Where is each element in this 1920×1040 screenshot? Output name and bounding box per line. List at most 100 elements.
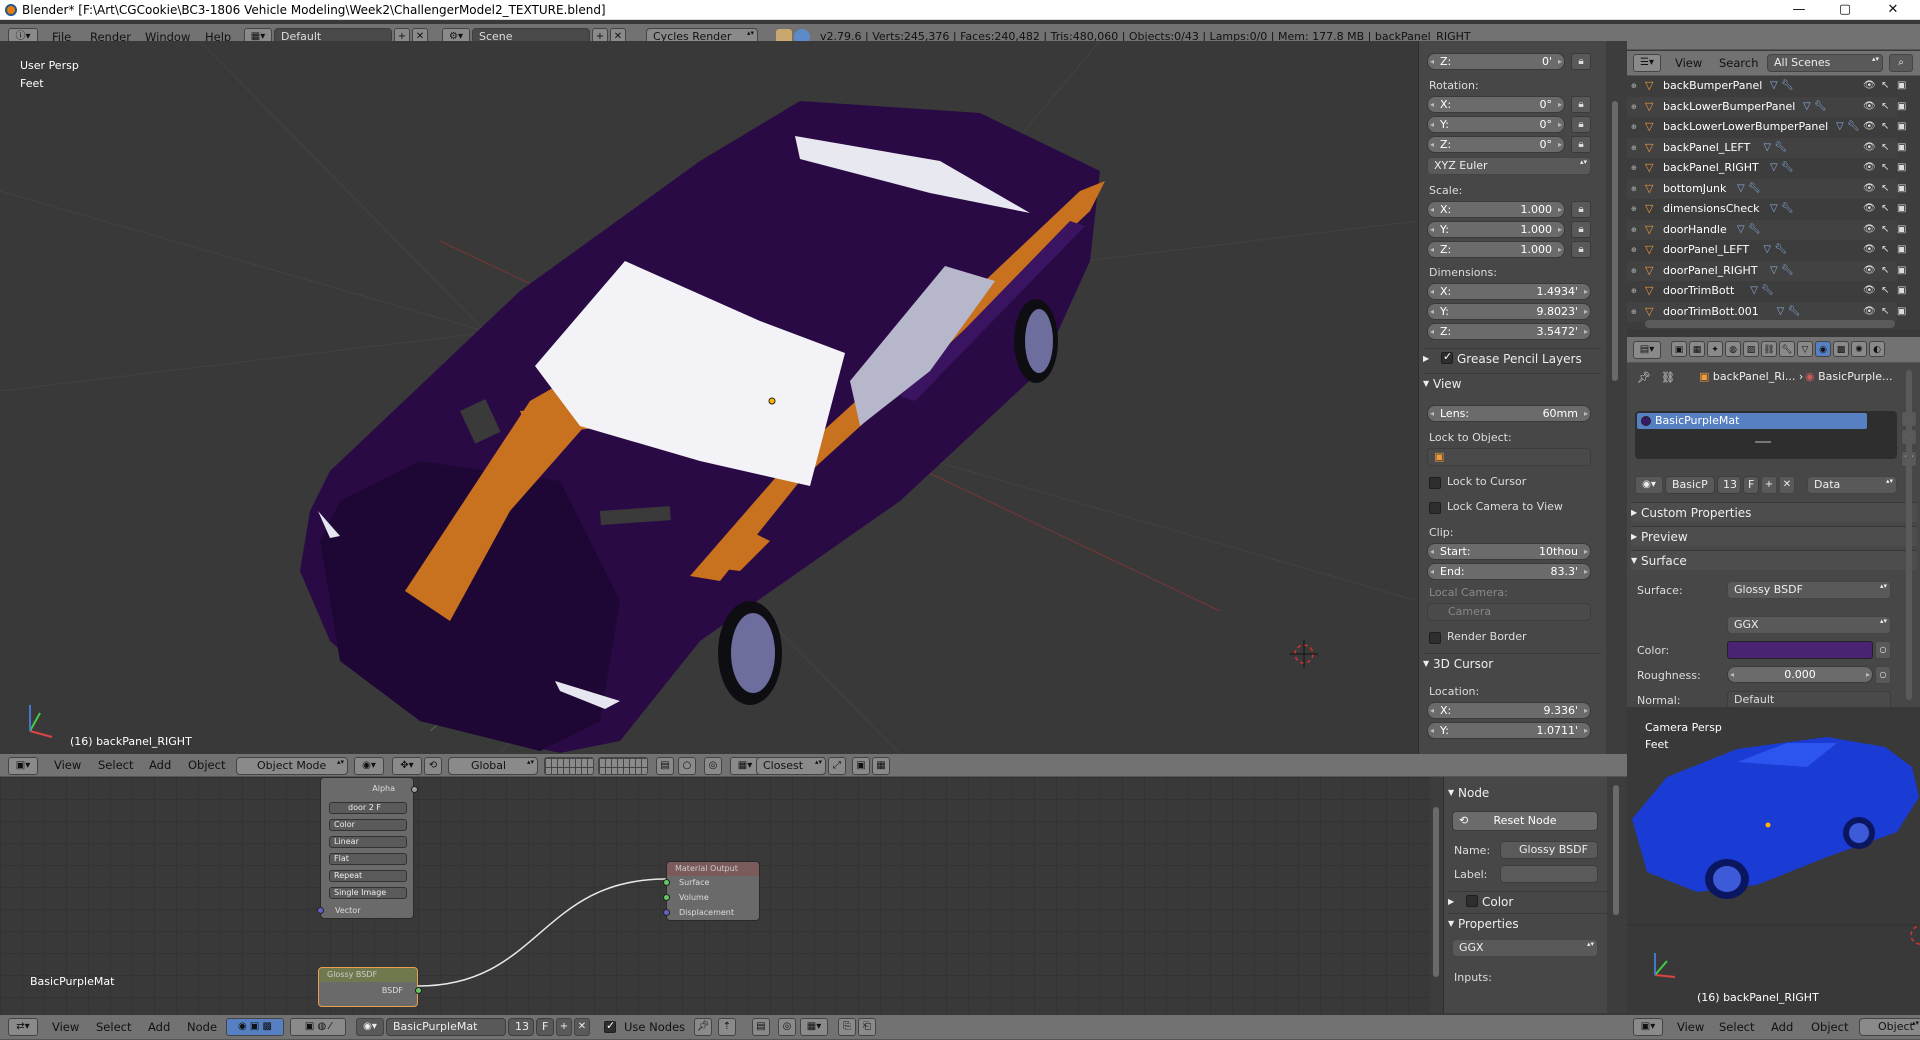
expand-icon[interactable]: ⊕ [1631, 158, 1637, 178]
proportional-icon[interactable]: ◎ [704, 757, 722, 775]
snap-icon[interactable]: ▤ [752, 1018, 770, 1036]
add-material-icon[interactable]: + [1761, 476, 1777, 494]
color-swatch[interactable] [1727, 641, 1873, 659]
texture-tab-icon[interactable]: ▩ [1833, 341, 1849, 357]
grease-pencil-checkbox[interactable] [1441, 350, 1453, 364]
shading-icon[interactable]: ◉▾ [354, 757, 384, 775]
material-browse-icon[interactable]: ◉▾ [356, 1018, 384, 1036]
camera-viewport[interactable]: Camera Persp Feet (16) backPanel_RIGHT [1627, 707, 1920, 1015]
expand-icon[interactable]: ⊕ [1631, 76, 1637, 96]
editor-type-icon[interactable]: ▣▾ [1633, 1018, 1663, 1036]
expand-icon[interactable]: ⊕ [1631, 302, 1637, 322]
expand-icon[interactable]: ⊕ [1631, 240, 1637, 260]
lens-field[interactable]: Lens:60mm [1427, 405, 1591, 422]
camera-mode-select[interactable]: Object [1859, 1018, 1920, 1036]
physics-tab-icon[interactable]: ◐ [1869, 341, 1885, 357]
visibility-eye-icon[interactable]: 👁︎ [1863, 240, 1876, 260]
clip-start-field[interactable]: Start:10thou [1427, 543, 1591, 560]
layers-grid-1[interactable] [544, 757, 594, 775]
editor-type-icon[interactable]: ▤▾ [1633, 341, 1661, 359]
render-camera-icon[interactable]: ▣ [1897, 302, 1906, 322]
distribution-select[interactable]: GGX [1727, 616, 1891, 634]
outliner-menu-search[interactable]: Search [1719, 51, 1759, 76]
snap-rotation-icon[interactable]: ⤢ [828, 757, 846, 775]
material-slot-item[interactable]: BasicPurpleMat [1637, 413, 1867, 429]
3d-cursor-section[interactable]: 3D Cursor [1423, 653, 1601, 674]
view-section[interactable]: View [1423, 373, 1601, 394]
node-panel-scrollbar[interactable] [1607, 777, 1627, 1013]
dimension-x-field[interactable]: X:1.4934' [1427, 283, 1591, 300]
camera-menu-view[interactable]: View [1677, 1015, 1704, 1040]
properties-section[interactable]: Properties [1448, 913, 1607, 934]
object-tab-icon[interactable]: ▨ [1743, 341, 1759, 357]
roughness-field[interactable]: 0.000 [1727, 666, 1873, 683]
orientation-select[interactable]: Global [448, 757, 538, 775]
use-nodes-checkbox[interactable] [604, 1019, 616, 1033]
shader-object-icons[interactable]: ▣ ◍ ⁄ [290, 1018, 346, 1036]
node-distribution-select[interactable]: GGX [1452, 939, 1598, 957]
alpha-output-socket[interactable] [411, 786, 418, 793]
visibility-eye-icon[interactable]: 👁︎ [1863, 261, 1876, 281]
pivot-icon[interactable]: ✥▾ [392, 757, 422, 775]
editor-type-icon[interactable]: ▣▾ [8, 757, 38, 775]
material-tab-icon[interactable]: ◉ [1815, 341, 1831, 357]
render-border-checkbox[interactable] [1429, 632, 1441, 644]
rotation-z-field[interactable]: Z:0° [1427, 136, 1565, 153]
vector-input-socket[interactable] [317, 907, 324, 914]
go-parent-icon[interactable]: ⇡ [718, 1018, 736, 1036]
visibility-eye-icon[interactable]: 👁︎ [1863, 97, 1876, 117]
render-camera-icon[interactable]: ▣ [1897, 76, 1906, 96]
scale-y-field[interactable]: Y:1.000 [1427, 221, 1565, 238]
node-editor-scrollbar[interactable] [1430, 777, 1443, 1013]
extension-select[interactable]: Repeat [329, 870, 407, 882]
node-menu-view[interactable]: View [52, 1015, 79, 1040]
outliner-item[interactable]: ⊕ ▽ backBumperPanel 👁︎ ↖ ▣ ▽ 🔧︎ [1627, 76, 1906, 96]
preview-section[interactable]: Preview [1631, 526, 1917, 547]
rotation-x-field[interactable]: X:0° [1427, 96, 1565, 113]
select-cursor-icon[interactable]: ↖ [1881, 261, 1889, 281]
select-cursor-icon[interactable]: ↖ [1881, 240, 1889, 260]
material-browse-icon[interactable]: ◉▾ [1635, 476, 1663, 494]
lock-icon[interactable]: 🔒︎ [1571, 201, 1591, 218]
lock-icon[interactable]: 🔒︎ [1571, 136, 1591, 153]
minimize-button[interactable]: — [1776, 0, 1822, 20]
outliner-item[interactable]: ⊕ ▽ backLowerBumperPanel 👁︎ ↖ ▣ ▽ 🔧︎ [1627, 96, 1906, 117]
visibility-eye-icon[interactable]: 👁︎ [1863, 199, 1876, 219]
visibility-eye-icon[interactable]: 👁︎ [1863, 76, 1876, 96]
rotation-y-field[interactable]: Y:0° [1427, 116, 1565, 133]
select-cursor-icon[interactable]: ↖ [1881, 76, 1889, 96]
outliner-scrollbar[interactable] [1645, 320, 1895, 328]
dimension-z-field[interactable]: Z:3.5472' [1427, 323, 1591, 340]
backdrop-icon[interactable]: ◎ [778, 1018, 796, 1036]
add-material-icon[interactable]: + [556, 1018, 572, 1036]
reset-node-button[interactable]: ⟲ Reset Node [1452, 811, 1598, 831]
outliner-item[interactable]: ⊕ ▽ bottomJunk 👁︎ ↖ ▣ ▽ 🔧︎ [1627, 178, 1906, 199]
location-z-field[interactable]: Z:0' [1427, 53, 1565, 70]
snap-target-select[interactable]: Closest [756, 757, 826, 775]
opengl-anim-icon[interactable]: ▦ [872, 757, 890, 775]
lock-camera-checkbox[interactable] [1429, 502, 1441, 514]
expand-icon[interactable]: ⊕ [1631, 138, 1637, 158]
outliner-item[interactable]: ⊕ ▽ doorHandle 👁︎ ↖ ▣ ▽ 🔧︎ [1627, 219, 1906, 240]
list-resize-handle[interactable] [1755, 441, 1771, 443]
node-label-field[interactable] [1500, 865, 1598, 883]
expand-icon[interactable]: ⊕ [1631, 97, 1637, 117]
3d-cursor-icon[interactable] [1290, 640, 1318, 668]
menu-view[interactable]: View [54, 754, 81, 777]
layers-grid-2[interactable] [598, 757, 648, 775]
outliner-item[interactable]: ⊕ ▽ backLowerLowerBumperPanel 👁︎ ↖ ▣ ▽ 🔧︎ [1627, 117, 1906, 137]
unlink-material-icon[interactable]: ✕ [1779, 476, 1795, 494]
maximize-button[interactable]: ▢ [1822, 0, 1868, 20]
outliner-item[interactable]: ⊕ ▽ doorPanel_RIGHT 👁︎ ↖ ▣ ▽ 🔧︎ [1627, 260, 1906, 281]
volume-input-socket[interactable] [663, 894, 670, 901]
lock-icon[interactable]: 🔒︎ [1571, 96, 1591, 113]
select-cursor-icon[interactable]: ↖ [1881, 199, 1889, 219]
shader-type-icons[interactable]: ◉ ▣ ▩ [226, 1018, 284, 1036]
modifiers-tab-icon[interactable]: 🔧︎ [1779, 341, 1795, 357]
visibility-eye-icon[interactable]: 👁︎ [1863, 302, 1876, 322]
visibility-eye-icon[interactable]: 👁︎ [1863, 158, 1876, 178]
outliner-item[interactable]: ⊕ ▽ dimensionsCheck 👁︎ ↖ ▣ ▽ 🔧︎ [1627, 199, 1906, 219]
local-camera-field[interactable]: Camera [1427, 603, 1591, 621]
unlink-material-icon[interactable]: ✕ [574, 1018, 590, 1036]
projection-select[interactable]: Flat [329, 853, 407, 865]
